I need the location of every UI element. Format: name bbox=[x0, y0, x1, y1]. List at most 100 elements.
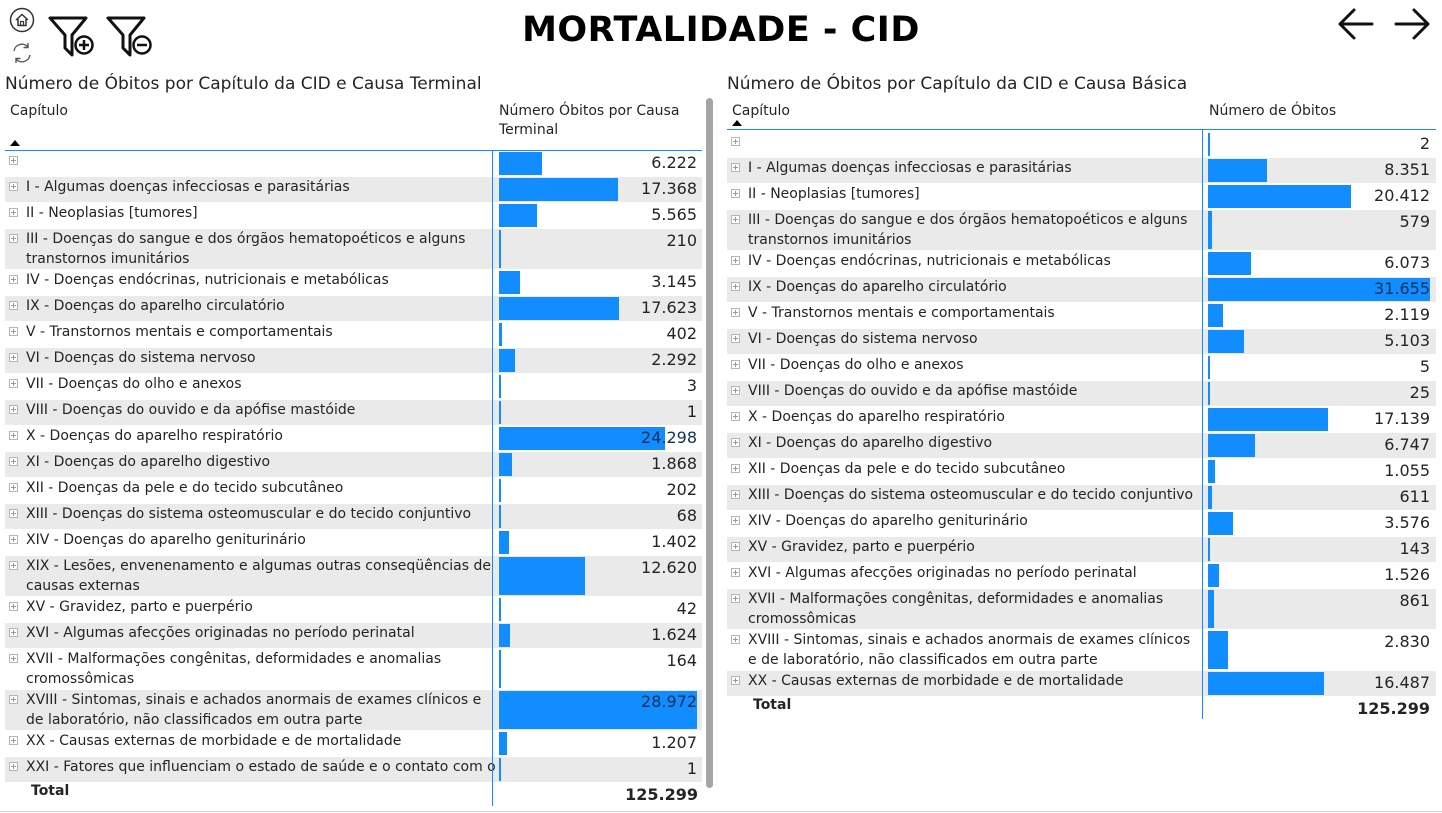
table-row[interactable]: XVI - Algumas afecções originadas no per… bbox=[727, 563, 1436, 588]
arrow-right-icon[interactable] bbox=[1392, 4, 1432, 44]
right-col-header-value[interactable]: Número de Óbitos bbox=[1209, 102, 1409, 121]
arrow-left-icon[interactable] bbox=[1336, 4, 1376, 44]
expand-icon[interactable] bbox=[9, 483, 18, 492]
expand-icon[interactable] bbox=[9, 654, 18, 663]
expand-icon[interactable] bbox=[731, 412, 740, 421]
expand-icon[interactable] bbox=[9, 353, 18, 362]
table-row[interactable]: IV - Doenças endócrinas, nutricionais e … bbox=[727, 251, 1436, 276]
expand-icon[interactable] bbox=[731, 137, 740, 146]
expand-icon[interactable] bbox=[9, 431, 18, 440]
expand-icon[interactable] bbox=[731, 542, 740, 551]
table-row[interactable]: VI - Doenças do sistema nervoso 5.103 bbox=[727, 329, 1436, 354]
table-row[interactable]: X - Doenças do aparelho respiratório 24.2… bbox=[5, 426, 702, 451]
expand-icon[interactable] bbox=[731, 308, 740, 317]
expand-icon[interactable] bbox=[9, 509, 18, 518]
table-row[interactable]: XX - Causas externas de morbidade e de m… bbox=[5, 731, 702, 756]
table-row[interactable]: I - Algumas doenças infecciosas e parasi… bbox=[5, 177, 702, 202]
expand-icon[interactable] bbox=[9, 561, 18, 570]
sort-ascending-icon[interactable] bbox=[10, 140, 20, 146]
expand-icon[interactable] bbox=[731, 594, 740, 603]
expand-icon[interactable] bbox=[731, 516, 740, 525]
table-row[interactable]: XVI - Algumas afecções originadas no per… bbox=[5, 623, 702, 648]
table-row[interactable]: XIV - Doenças do aparelho geniturinário 3… bbox=[727, 511, 1436, 536]
table-row[interactable]: V - Transtornos mentais e comportamentai… bbox=[5, 322, 702, 347]
expand-icon[interactable] bbox=[731, 360, 740, 369]
expand-icon[interactable] bbox=[9, 695, 18, 704]
expand-icon[interactable] bbox=[9, 156, 18, 165]
row-label: III - Doenças do sangue e dos órgãos hem… bbox=[26, 231, 466, 267]
table-row[interactable]: III - Doenças do sangue e dos órgãos hem… bbox=[5, 229, 702, 269]
row-value: 3.576 bbox=[1384, 513, 1430, 532]
table-row[interactable]: 6.222 bbox=[5, 151, 702, 176]
expand-icon[interactable] bbox=[9, 535, 18, 544]
expand-icon[interactable] bbox=[9, 762, 18, 771]
table-row[interactable]: VIII - Doenças do ouvido e da apófise ma… bbox=[727, 381, 1436, 406]
table-row[interactable]: XII - Doenças da pele e do tecido subcut… bbox=[727, 459, 1436, 484]
expand-icon[interactable] bbox=[9, 379, 18, 388]
table-row[interactable]: XIII - Doenças do sistema osteomuscular … bbox=[727, 485, 1436, 510]
table-row[interactable]: V - Transtornos mentais e comportamentai… bbox=[727, 303, 1436, 328]
table-row[interactable]: III - Doenças do sangue e dos órgãos hem… bbox=[727, 210, 1436, 250]
expand-icon[interactable] bbox=[9, 234, 18, 243]
table-row[interactable]: VII - Doenças do olho e anexos 3 bbox=[5, 374, 702, 399]
table-row[interactable]: I - Algumas doenças infecciosas e parasi… bbox=[727, 158, 1436, 183]
table-row[interactable]: XVIII - Sintomas, sinais e achados anorm… bbox=[5, 690, 702, 730]
page-bottom-border bbox=[0, 811, 1442, 812]
expand-icon[interactable] bbox=[731, 568, 740, 577]
expand-icon[interactable] bbox=[731, 189, 740, 198]
expand-icon[interactable] bbox=[731, 386, 740, 395]
expand-icon[interactable] bbox=[731, 676, 740, 685]
expand-icon[interactable] bbox=[731, 334, 740, 343]
table-row[interactable]: XV - Gravidez, parto e puerpério 143 bbox=[727, 537, 1436, 562]
expand-icon[interactable] bbox=[731, 256, 740, 265]
expand-icon[interactable] bbox=[731, 163, 740, 172]
table-row[interactable]: XVIII - Sintomas, sinais e achados anorm… bbox=[727, 630, 1436, 670]
expand-icon[interactable] bbox=[731, 464, 740, 473]
right-col-header-chapter[interactable]: Capítulo bbox=[732, 102, 790, 121]
row-label: XX - Causas externas de morbidade e de m… bbox=[748, 673, 1124, 689]
table-row[interactable]: XXI - Fatores que influenciam o estado d… bbox=[5, 757, 702, 782]
table-row[interactable]: XVII - Malformações congênitas, deformid… bbox=[727, 589, 1436, 629]
table-row[interactable]: XII - Doenças da pele e do tecido subcut… bbox=[5, 478, 702, 503]
expand-icon[interactable] bbox=[731, 635, 740, 644]
expand-icon[interactable] bbox=[9, 602, 18, 611]
row-value: 5.565 bbox=[651, 205, 697, 224]
expand-icon[interactable] bbox=[9, 736, 18, 745]
expand-icon[interactable] bbox=[9, 208, 18, 217]
table-row[interactable]: XV - Gravidez, parto e puerpério 42 bbox=[5, 597, 702, 622]
table-row[interactable]: X - Doenças do aparelho respiratório 17.1… bbox=[727, 407, 1436, 432]
expand-icon[interactable] bbox=[731, 215, 740, 224]
table-row[interactable]: XI - Doenças do aparelho digestivo 6.747 bbox=[727, 433, 1436, 458]
expand-icon[interactable] bbox=[9, 182, 18, 191]
table-row[interactable]: II - Neoplasias [tumores] 20.412 bbox=[727, 184, 1436, 209]
table-row[interactable]: VII - Doenças do olho e anexos 5 bbox=[727, 355, 1436, 380]
expand-icon[interactable] bbox=[9, 327, 18, 336]
table-row[interactable]: VI - Doenças do sistema nervoso 2.292 bbox=[5, 348, 702, 373]
left-table-scrollbar[interactable] bbox=[706, 98, 713, 788]
table-row[interactable]: 2 bbox=[727, 132, 1436, 157]
table-row[interactable]: XIII - Doenças do sistema osteomuscular … bbox=[5, 504, 702, 529]
table-row[interactable]: XVII - Malformações congênitas, deformid… bbox=[5, 649, 702, 689]
expand-icon[interactable] bbox=[9, 628, 18, 637]
left-col-header-value[interactable]: Número Óbitos por Causa Terminal bbox=[499, 102, 689, 140]
table-row[interactable]: VIII - Doenças do ouvido e da apófise ma… bbox=[5, 400, 702, 425]
expand-icon[interactable] bbox=[731, 438, 740, 447]
expand-icon[interactable] bbox=[9, 301, 18, 310]
sort-ascending-icon[interactable] bbox=[732, 120, 742, 126]
table-row[interactable]: IX - Doenças do aparelho circulatório 17.… bbox=[5, 296, 702, 321]
table-row[interactable]: IV - Doenças endócrinas, nutricionais e … bbox=[5, 270, 702, 295]
table-row[interactable]: XI - Doenças do aparelho digestivo 1.868 bbox=[5, 452, 702, 477]
expand-icon[interactable] bbox=[9, 457, 18, 466]
table-row[interactable]: XIX - Lesões, envenenamento e algumas ou… bbox=[5, 556, 702, 596]
expand-icon[interactable] bbox=[731, 282, 740, 291]
left-col-header-chapter[interactable]: Capítulo bbox=[10, 102, 68, 121]
table-row[interactable]: IX - Doenças do aparelho circulatório 31.… bbox=[727, 277, 1436, 302]
table-row[interactable]: XIV - Doenças do aparelho geniturinário 1… bbox=[5, 530, 702, 555]
row-label: XVIII - Sintomas, sinais e achados anorm… bbox=[26, 692, 482, 728]
expand-icon[interactable] bbox=[9, 405, 18, 414]
right-column-divider bbox=[1202, 129, 1203, 719]
table-row[interactable]: XX - Causas externas de morbidade e de m… bbox=[727, 671, 1436, 696]
expand-icon[interactable] bbox=[731, 490, 740, 499]
table-row[interactable]: II - Neoplasias [tumores] 5.565 bbox=[5, 203, 702, 228]
expand-icon[interactable] bbox=[9, 275, 18, 284]
